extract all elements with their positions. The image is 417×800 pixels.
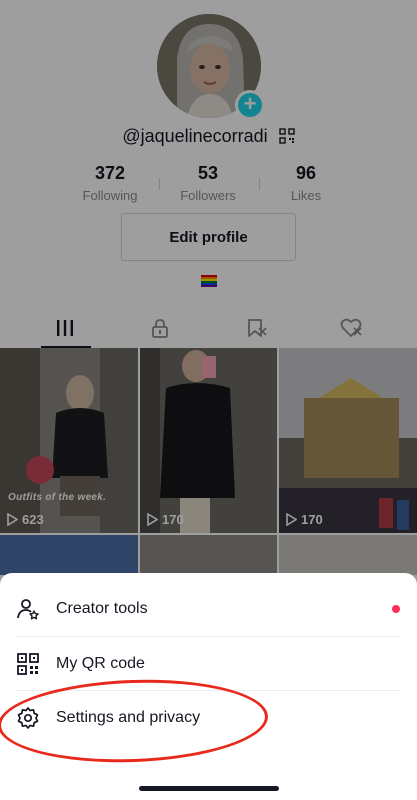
qr-code-item[interactable]: My QR code xyxy=(0,637,417,691)
creator-tools-item[interactable]: Creator tools xyxy=(0,582,417,636)
home-indicator xyxy=(139,786,279,791)
creator-tools-icon xyxy=(17,599,39,620)
qr-code-icon xyxy=(17,653,39,675)
notification-dot xyxy=(392,605,400,613)
creator-tools-label: Creator tools xyxy=(56,600,148,617)
qr-code-label: My QR code xyxy=(56,655,145,672)
